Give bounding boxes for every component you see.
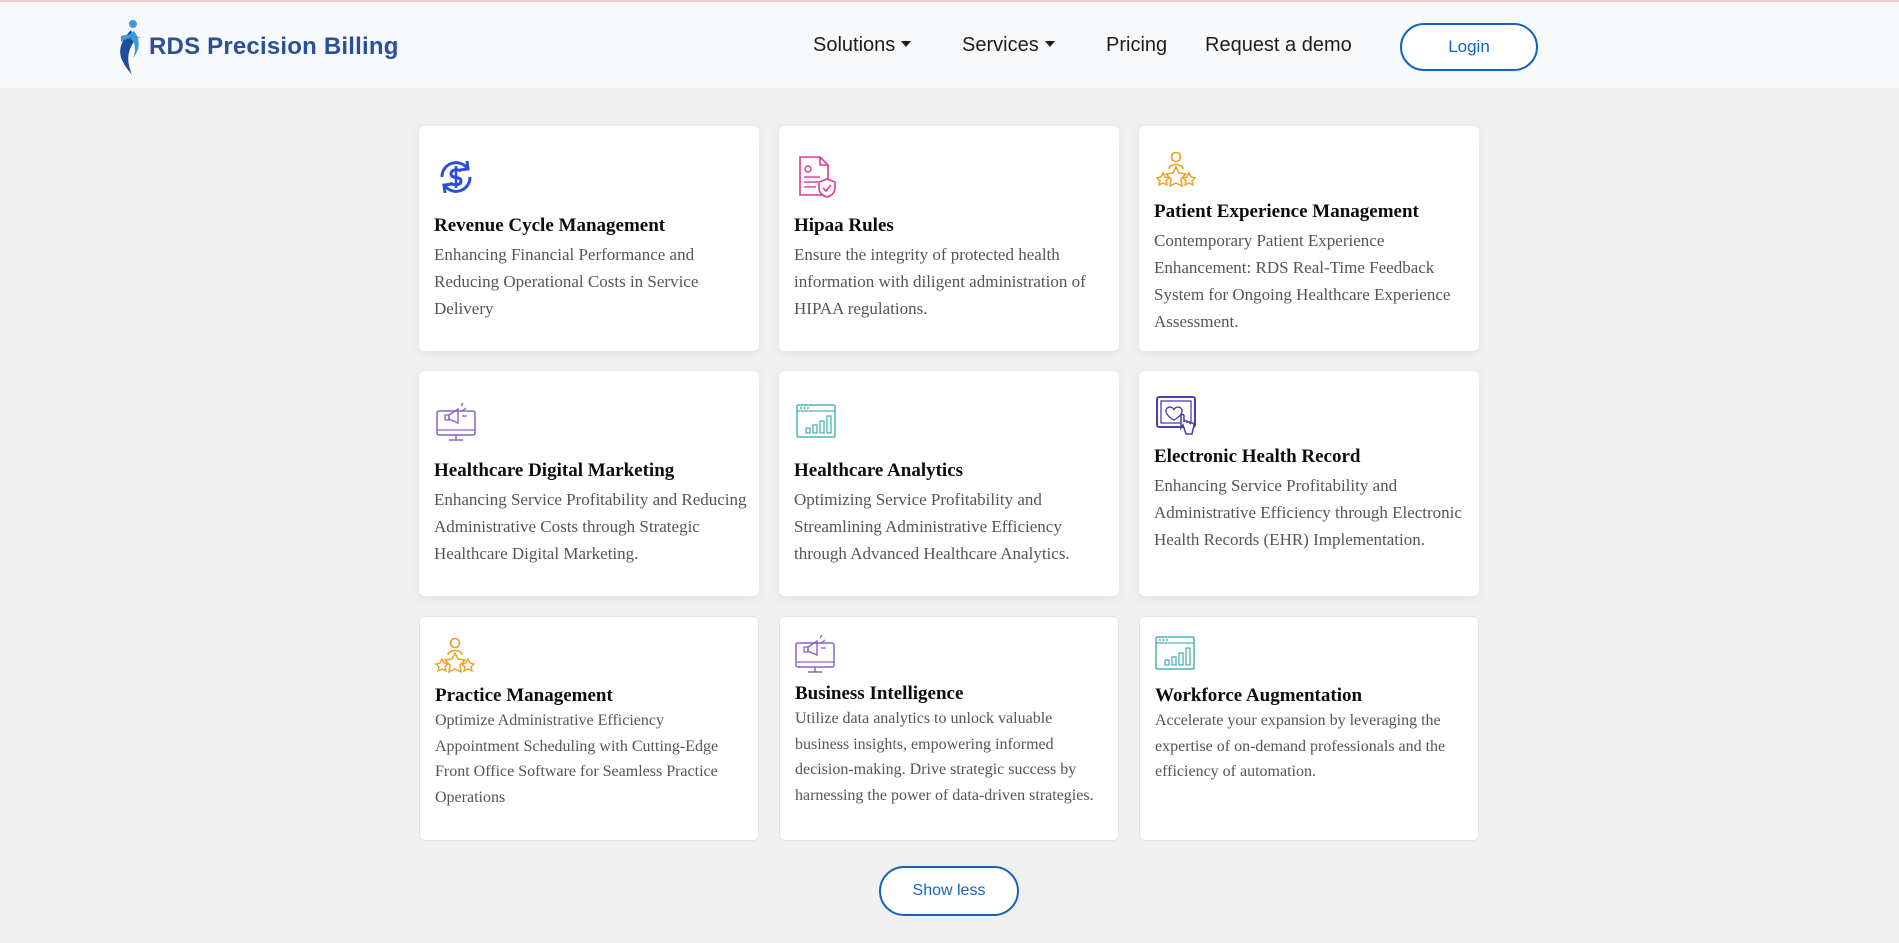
person-stars-icon xyxy=(1155,151,1197,188)
service-card-business-intelligence[interactable]: Business Intelligence Utilize data analy… xyxy=(779,616,1119,841)
nav-solutions-dropdown[interactable]: Solutions xyxy=(813,34,912,57)
monitor-megaphone-icon xyxy=(795,634,835,673)
browser-chart-icon xyxy=(796,404,836,438)
card-title: Healthcare Analytics xyxy=(794,460,964,481)
card-description: Optimizing Service Profitability and Str… xyxy=(794,490,1070,563)
service-card-patient-experience[interactable]: Patient Experience Management Contempora… xyxy=(1139,126,1479,351)
card-description: Optimize Administrative Efficiency Appoi… xyxy=(435,712,719,806)
nav-services-dropdown[interactable]: Services xyxy=(962,34,1055,57)
card-title: Workforce Augmentation xyxy=(1155,685,1363,706)
site-header: RDS Precision Billing Solutions Services… xyxy=(0,2,1899,88)
main-nav: Solutions Services Pricing Request a dem… xyxy=(0,24,1899,68)
card-description: Enhancing Service Profitability and Redu… xyxy=(434,490,747,563)
dollar-cycle-icon xyxy=(440,160,472,194)
card-description: Enhancing Financial Performance and Redu… xyxy=(434,245,699,318)
card-description: Contemporary Patient Experience Enhancem… xyxy=(1154,231,1451,331)
nav-pricing-link[interactable]: Pricing xyxy=(1106,34,1167,57)
service-card-workforce-augmentation[interactable]: Workforce Augmentation Accelerate your e… xyxy=(1139,616,1479,841)
service-card-hipaa[interactable]: Hipaa Rules Ensure the integrity of prot… xyxy=(779,126,1119,351)
touch-screen-icon xyxy=(1156,396,1196,435)
card-description: Utilize data analytics to unlock valuabl… xyxy=(795,710,1094,804)
service-card-healthcare-analytics[interactable]: Healthcare Analytics Optimizing Service … xyxy=(779,371,1119,596)
nav-request-demo-link[interactable]: Request a demo xyxy=(1205,34,1352,57)
service-card-practice-management[interactable]: Practice Management Optimize Administrat… xyxy=(419,616,759,841)
card-title: Hipaa Rules xyxy=(794,215,894,236)
card-title: Patient Experience Management xyxy=(1154,201,1419,222)
card-title: Healthcare Digital Marketing xyxy=(434,460,675,481)
card-description: Enhancing Service Profitability and Admi… xyxy=(1154,476,1462,549)
login-button[interactable]: Login xyxy=(1400,23,1538,71)
card-description: Ensure the integrity of protected health… xyxy=(794,245,1086,318)
card-title: Electronic Health Record xyxy=(1154,446,1361,467)
card-title: Practice Management xyxy=(435,685,613,706)
nav-solutions-label: Solutions xyxy=(813,34,896,56)
card-description: Accelerate your expansion by leveraging … xyxy=(1155,712,1446,780)
chevron-down-icon xyxy=(901,41,912,47)
card-title: Business Intelligence xyxy=(795,683,964,704)
nav-services-label: Services xyxy=(962,34,1039,56)
browser-chart-icon xyxy=(1155,636,1195,670)
service-card-revenue-cycle[interactable]: Revenue Cycle Management Enhancing Finan… xyxy=(419,126,759,351)
card-title: Revenue Cycle Management xyxy=(434,215,666,236)
chevron-down-icon xyxy=(1044,41,1055,47)
service-card-digital-marketing[interactable]: Healthcare Digital Marketing Enhancing S… xyxy=(419,371,759,596)
document-shield-icon xyxy=(799,156,836,198)
service-card-ehr[interactable]: Electronic Health Record Enhancing Servi… xyxy=(1139,371,1479,596)
show-less-button[interactable]: Show less xyxy=(879,866,1019,916)
monitor-megaphone-icon xyxy=(436,402,476,441)
person-stars-icon xyxy=(434,637,476,674)
